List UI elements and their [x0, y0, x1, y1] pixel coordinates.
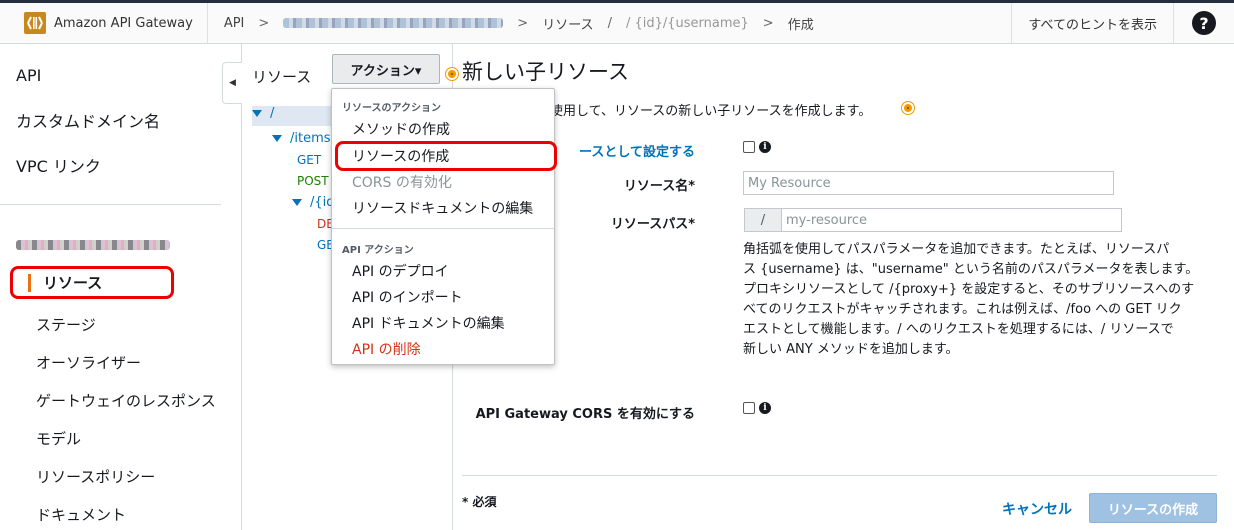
nav-item-documentation[interactable]: ドキュメント: [36, 504, 126, 525]
help-icon: ?: [1192, 11, 1216, 35]
breadcrumb-resource-path[interactable]: / {id}/{username}: [626, 16, 749, 31]
breadcrumb-api[interactable]: API: [224, 16, 245, 31]
annotation-highlight-box: [335, 141, 557, 171]
create-resource-form: 新しい子リソース 使用して、リソースの新しい子リソースを作成します。 ースとして…: [454, 44, 1234, 530]
nav-item-api[interactable]: API: [16, 66, 41, 85]
product-name: Amazon API Gateway: [54, 15, 193, 31]
cancel-button[interactable]: キャンセル: [1002, 499, 1072, 519]
resource-path-help-text: 角括弧を使用してパスパラメータを追加できます。たとえば、リソースパ ス {use…: [743, 240, 1223, 360]
help-line: 新しい ANY メソッドを追加します。: [743, 342, 959, 357]
expand-triangle-icon: [292, 199, 302, 206]
menu-item-edit-resource-docs[interactable]: リソースドキュメントの編集: [352, 198, 533, 218]
help-line: 角括弧を使用してパスパラメータを追加できます。たとえば、リソースパ: [743, 242, 1170, 257]
actions-dropdown-button[interactable]: アクション▾: [332, 54, 440, 84]
expand-triangle-icon: [272, 135, 282, 142]
info-icon[interactable]: i: [759, 402, 771, 414]
api-gateway-logo-icon: [24, 12, 46, 34]
menu-item-enable-cors[interactable]: CORS の有効化: [352, 172, 452, 192]
nav-item-vpc-links[interactable]: VPC リンク: [16, 153, 101, 177]
resource-path-input[interactable]: my-resource: [781, 208, 1122, 232]
nav-item-models[interactable]: モデル: [36, 428, 81, 449]
nav-divider: [0, 204, 221, 205]
info-icon[interactable]: i: [759, 141, 771, 153]
breadcrumb-api-name-redacted[interactable]: [283, 18, 504, 28]
left-navigation: API カスタムドメイン名 VPC リンク リソース ステージ オーソライザー …: [0, 44, 242, 530]
proxy-resource-checkbox[interactable]: [743, 141, 755, 153]
resource-path-label: リソースパス*: [610, 217, 695, 232]
breadcrumb-create: 作成: [787, 17, 814, 33]
create-resource-button[interactable]: リソースの作成: [1089, 493, 1217, 523]
tree-node-label: /: [270, 106, 275, 121]
help-line: エストとして機能します。/ へのリクエストを処理するには、/ リソースで: [743, 322, 1174, 337]
nav-item-gateway-responses[interactable]: ゲートウェイのレスポンス: [36, 390, 216, 411]
expand-triangle-icon: [252, 110, 262, 117]
page-title: 新しい子リソース: [462, 60, 629, 84]
top-bar: Amazon API Gateway API > > リソース / / {id}…: [0, 0, 1234, 44]
nav-item-resource-policy[interactable]: リソースポリシー: [36, 466, 155, 487]
breadcrumb: API > > リソース / / {id}/{username} > 作成: [208, 14, 1012, 33]
actions-menu: リソースのアクション メソッドの作成 リソースの作成 CORS の有効化 リソー…: [331, 88, 557, 365]
chevron-right-icon: >: [762, 15, 774, 31]
tree-method-post[interactable]: POST: [297, 174, 329, 188]
help-line: ス {username} は、"username" という名前のパスパラメータを…: [743, 262, 1199, 277]
menu-item-delete-api[interactable]: API の削除: [352, 339, 421, 359]
menu-item-import-api[interactable]: API のインポート: [352, 287, 463, 307]
proxy-resource-label: ースとして設定する: [579, 145, 695, 160]
product-home-link[interactable]: Amazon API Gateway: [0, 3, 208, 43]
chevron-right-icon: >: [517, 15, 529, 31]
nav-item-stages[interactable]: ステージ: [36, 314, 96, 335]
show-hints-button[interactable]: すべてのヒントを表示: [1011, 3, 1174, 43]
resource-name-input[interactable]: My Resource: [743, 171, 1114, 195]
enable-cors-label: API Gateway CORS を有効にする: [475, 407, 695, 422]
enable-cors-checkbox[interactable]: [743, 402, 755, 414]
help-button[interactable]: ?: [1174, 3, 1234, 43]
nav-item-custom-domains[interactable]: カスタムドメイン名: [16, 108, 160, 132]
resources-panel-title: リソース: [252, 68, 312, 86]
breadcrumb-resources[interactable]: リソース: [542, 14, 593, 33]
tree-node-items[interactable]: /items: [272, 131, 331, 146]
tree-method-get[interactable]: GET: [297, 153, 321, 167]
annotation-highlight-box: [10, 266, 174, 299]
help-line: べてのリクエストがキャッチされます。これは例えば、/foo への GET リク: [743, 302, 1182, 317]
resource-actions-header: リソースのアクション: [342, 103, 441, 114]
caret-left-icon: ◀: [229, 78, 236, 88]
api-actions-header: API アクション: [342, 245, 414, 256]
chevron-right-icon: >: [258, 15, 270, 31]
form-divider: [462, 475, 1217, 476]
nav-item-authorizers[interactable]: オーソライザー: [36, 352, 141, 373]
menu-item-create-method[interactable]: メソッドの作成: [352, 119, 450, 139]
chevron-right-icon: /: [607, 15, 612, 31]
menu-divider: [332, 228, 554, 229]
page-description: 使用して、リソースの新しい子リソースを作成します。: [550, 104, 872, 119]
menu-item-deploy-api[interactable]: API のデプロイ: [352, 261, 449, 281]
help-line: プロキシリソースとして /{proxy+} を設定すると、そのサブリソースへのす: [743, 282, 1195, 297]
tree-node-label: /items: [290, 131, 331, 146]
api-name-redacted: [16, 240, 170, 250]
resource-path-prefix: /: [744, 208, 782, 232]
collapse-sidebar-button[interactable]: ◀: [222, 62, 242, 104]
required-note: * 必須: [462, 495, 497, 509]
menu-item-edit-api-docs[interactable]: API ドキュメントの編集: [352, 313, 505, 333]
hint-dot-icon[interactable]: [902, 102, 914, 114]
resource-name-label: リソース名*: [623, 179, 695, 194]
